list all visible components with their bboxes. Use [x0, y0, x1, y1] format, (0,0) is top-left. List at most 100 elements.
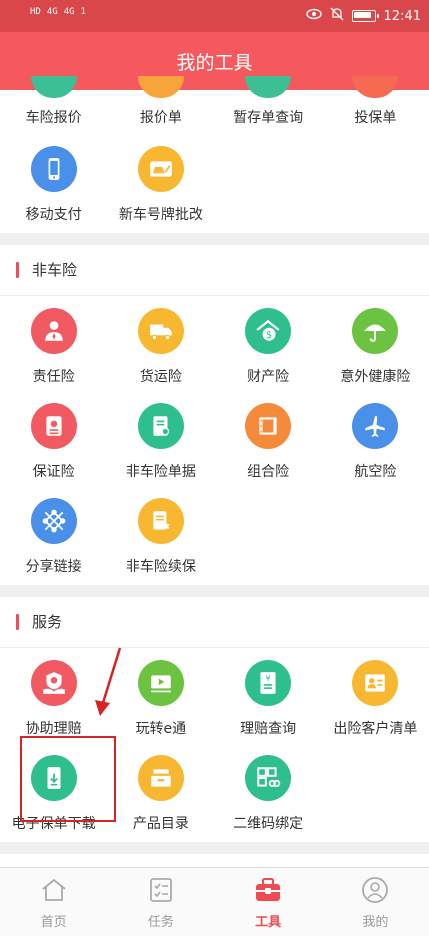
eye-icon: [305, 8, 322, 24]
section-accent-bar: [16, 614, 19, 630]
tool-label: 玩转e通: [135, 721, 187, 737]
tool-property[interactable]: $ 财产险: [215, 300, 322, 395]
non-car-section: 非车险 责任险 货运险 $ 财产险 意外健康险 保证险 非车险单据 组合险 航空…: [0, 245, 429, 585]
application-icon: [352, 76, 399, 98]
claim-doc-icon: ¥: [245, 660, 292, 706]
film-icon: [245, 403, 292, 449]
svg-text:¥: ¥: [266, 674, 271, 683]
tool-new-plate[interactable]: 新车号牌批改: [107, 138, 214, 233]
tool-product-catalog[interactable]: 产品目录: [107, 747, 214, 842]
tool-label: 财产险: [247, 369, 290, 385]
tool-non-car-docs[interactable]: 非车险单据: [107, 395, 214, 490]
tool-aviation[interactable]: 航空险: [322, 395, 429, 490]
tool-label: 暂存单查询: [233, 110, 304, 126]
tool-label: 意外健康险: [340, 369, 411, 385]
tab-label: 我的: [362, 915, 389, 930]
tab-label: 首页: [40, 915, 67, 930]
tab-label: 任务: [147, 915, 174, 930]
section-divider: [0, 233, 429, 245]
tool-share-link[interactable]: 分享链接: [0, 490, 107, 585]
tool-application[interactable]: 投保单: [322, 76, 429, 138]
section-header: 非车险: [0, 245, 429, 296]
annotation-highlight-box: [20, 736, 116, 822]
tool-claim-query[interactable]: ¥ 理赔查询: [215, 652, 322, 747]
tool-label: 非车险续保: [125, 559, 196, 575]
tab-label: 工具: [255, 915, 282, 930]
tool-combined[interactable]: 组合险: [215, 395, 322, 490]
signal-indicator-2: 4G: [63, 7, 75, 17]
tool-accident-health[interactable]: 意外健康险: [322, 300, 429, 395]
tool-guarantee[interactable]: 保证险: [0, 395, 107, 490]
tool-label: 出险客户清单: [333, 721, 418, 737]
airplane-icon: [352, 403, 399, 449]
tool-label: 责任险: [32, 369, 75, 385]
svg-text:$: $: [266, 330, 272, 341]
tool-label: 产品目录: [132, 816, 189, 832]
draft-query-icon: [245, 76, 292, 98]
tool-label: 航空险: [354, 464, 397, 480]
tool-label: 移动支付: [25, 207, 82, 223]
tool-label: 非车险单据: [125, 464, 196, 480]
tool-label: 理赔查询: [240, 721, 297, 737]
umbrella-icon: [352, 308, 399, 354]
tool-label: 分享链接: [25, 559, 82, 575]
document-search-icon: [137, 403, 184, 449]
tool-label: 报价单: [139, 110, 182, 126]
car-quote-icon: [30, 76, 77, 98]
contact-card-icon: [352, 660, 399, 706]
tool-label: 保证险: [32, 464, 75, 480]
share-network-icon: [30, 498, 77, 544]
tab-mine[interactable]: 我的: [322, 868, 429, 936]
task-list-icon: [149, 878, 172, 902]
section-divider: [0, 842, 429, 854]
battery-icon: [351, 10, 379, 22]
tool-cargo[interactable]: 货运险: [107, 300, 214, 395]
tool-label: 协助理赔: [25, 721, 82, 737]
page-title: 我的工具: [176, 52, 253, 74]
annotation-arrow: [95, 647, 122, 716]
tool-quote-list[interactable]: 报价单: [107, 76, 214, 138]
tool-label: 货运险: [139, 369, 182, 385]
signal-indicator-1: 4G: [46, 7, 58, 17]
person-icon: [30, 308, 77, 354]
quote-list-icon: [137, 76, 184, 98]
tab-home[interactable]: 首页: [0, 868, 107, 936]
tool-non-car-renewal[interactable]: 非车险续保: [107, 490, 214, 585]
hand-shield-icon: [30, 660, 77, 706]
certificate-icon: [30, 403, 77, 449]
hotspot-count: 1: [80, 7, 86, 17]
tool-label: 组合险: [247, 464, 290, 480]
tab-tools[interactable]: 工具: [215, 868, 322, 936]
section-title: 非车险: [32, 261, 78, 279]
tool-label: 新车号牌批改: [118, 207, 203, 223]
hd-indicator: HD: [30, 7, 41, 17]
tool-label: 二维码绑定: [233, 816, 304, 832]
tool-liability[interactable]: 责任险: [0, 300, 107, 395]
tool-label: 车险报价: [25, 110, 82, 126]
tool-qr-binding[interactable]: 二维码绑定: [215, 747, 322, 842]
tool-label: 投保单: [354, 110, 397, 126]
truck-icon: [137, 308, 184, 354]
tool-draft-query[interactable]: 暂存单查询: [215, 76, 322, 138]
home-icon: [42, 878, 66, 901]
section-title: 服务: [32, 613, 63, 631]
status-icons: 12:41: [305, 7, 421, 25]
tool-mobile-pay[interactable]: 移动支付: [0, 138, 107, 233]
car-insurance-panel: 车险报价 报价单 暂存单查询 投保单 移动支付 新车号牌批改: [0, 76, 429, 233]
drawer-icon: [137, 755, 184, 801]
status-indicators: HD 4G 4G 1: [30, 7, 86, 17]
car-plate-icon: [137, 146, 184, 192]
bottom-tab-bar: 首页 任务 工具 我的: [0, 867, 429, 936]
phone-icon: [30, 146, 77, 192]
tool-car-quote[interactable]: 车险报价: [0, 76, 107, 138]
house-coin-icon: $: [245, 308, 292, 354]
clock-time: 12:41: [383, 8, 421, 24]
tool-incident-customers[interactable]: 出险客户清单: [322, 652, 429, 747]
section-divider: [0, 585, 429, 597]
toolbox-icon: [256, 878, 281, 901]
profile-icon: [362, 877, 389, 903]
video-play-icon: [137, 660, 184, 706]
renew-doc-icon: [137, 498, 184, 544]
qr-link-icon: [245, 755, 292, 801]
tab-tasks[interactable]: 任务: [107, 868, 214, 936]
